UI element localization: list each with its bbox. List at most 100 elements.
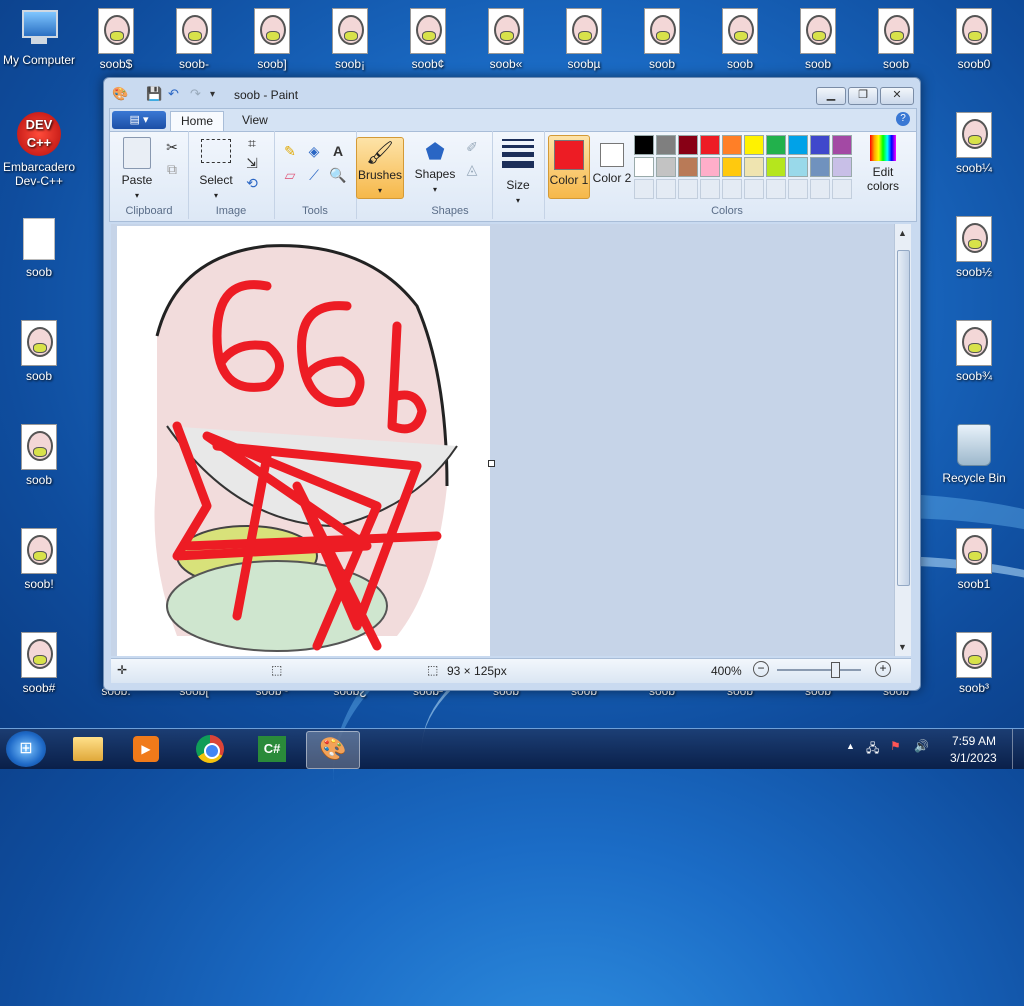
taskbar-media-player[interactable]: ▶ xyxy=(120,731,172,767)
palette-swatch[interactable] xyxy=(656,135,676,155)
desktop-icon-top[interactable]: soob] xyxy=(234,8,310,71)
custom-color-slot[interactable] xyxy=(722,179,742,199)
clock-time[interactable]: 7:59 AM xyxy=(952,734,996,748)
resize-icon[interactable]: ⇲ xyxy=(242,153,262,173)
palette-swatch[interactable] xyxy=(722,157,742,177)
magnifier-icon[interactable]: 🔍 xyxy=(328,165,348,185)
taskbar-explorer[interactable] xyxy=(62,731,114,767)
vertical-scrollbar[interactable]: ▲ ▼ xyxy=(894,224,911,656)
palette-swatch[interactable] xyxy=(788,157,808,177)
palette-swatch[interactable] xyxy=(744,157,764,177)
zoom-slider-thumb[interactable] xyxy=(831,662,840,678)
resize-handle[interactable] xyxy=(488,460,495,467)
clock-date[interactable]: 3/1/2023 xyxy=(950,751,997,765)
palette-swatch[interactable] xyxy=(678,157,698,177)
scroll-down-icon[interactable]: ▼ xyxy=(898,642,907,652)
brushes-button[interactable]: 🖌 Brushes ▾ xyxy=(356,137,404,199)
outline-icon[interactable]: ✐ xyxy=(462,137,482,157)
shapes-button[interactable]: ⬟ Shapes ▾ xyxy=(412,137,458,195)
palette-swatch[interactable] xyxy=(744,135,764,155)
palette-swatch[interactable] xyxy=(678,135,698,155)
palette-swatch[interactable] xyxy=(810,157,830,177)
tab-view[interactable]: View xyxy=(232,111,278,130)
custom-color-slot[interactable] xyxy=(766,179,786,199)
desktop-icon-soob[interactable]: soob xyxy=(1,424,77,487)
copy-icon[interactable]: ⧉ xyxy=(162,159,182,179)
fill-shape-icon[interactable]: ◬ xyxy=(462,159,482,179)
desktop-icon-top[interactable]: soob¢ xyxy=(390,8,466,71)
custom-color-slot[interactable] xyxy=(678,179,698,199)
cut-icon[interactable]: ✂ xyxy=(162,137,182,157)
palette-swatch[interactable] xyxy=(722,135,742,155)
customize-qat-icon[interactable]: ▾ xyxy=(210,89,215,100)
desktop-icon-devcpp[interactable]: DEV C++ Embarcadero Dev-C++ xyxy=(1,112,77,188)
rotate-icon[interactable]: ⟲ xyxy=(242,173,262,193)
network-icon[interactable]: 🖧 xyxy=(866,739,879,760)
start-button[interactable]: ⊞ xyxy=(6,731,46,767)
custom-color-slot[interactable] xyxy=(656,179,676,199)
text-icon[interactable]: A xyxy=(328,141,348,161)
volume-icon[interactable]: 🔊 xyxy=(914,739,929,753)
size-button[interactable]: Size ▾ xyxy=(496,139,540,206)
palette-swatch[interactable] xyxy=(700,157,720,177)
undo-icon[interactable]: ↶ xyxy=(168,86,179,102)
tab-home[interactable]: Home xyxy=(170,111,225,131)
crop-icon[interactable]: ⌗ xyxy=(242,133,262,153)
taskbar-paint[interactable]: 🎨 xyxy=(306,731,360,769)
custom-color-slot[interactable] xyxy=(810,179,830,199)
desktop-icon-top[interactable]: soob« xyxy=(468,8,544,71)
desktop-icon-top[interactable]: soobµ xyxy=(546,8,622,71)
desktop-icon-top[interactable]: soob¡ xyxy=(312,8,388,71)
scroll-up-icon[interactable]: ▲ xyxy=(898,228,907,238)
scroll-thumb[interactable] xyxy=(897,250,910,586)
desktop-icon-top[interactable]: soob xyxy=(858,8,934,71)
maximize-button[interactable]: ❐ xyxy=(848,87,878,105)
close-button[interactable]: ✕ xyxy=(880,87,914,105)
desktop-icon-right[interactable]: soob³ xyxy=(936,632,1012,695)
desktop-icon-soob-bang[interactable]: soob! xyxy=(1,528,77,591)
zoom-out-icon[interactable]: − xyxy=(753,661,769,677)
custom-color-slot[interactable] xyxy=(832,179,852,199)
palette-swatch[interactable] xyxy=(766,157,786,177)
desktop-icon-right[interactable]: soob¾ xyxy=(936,320,1012,383)
desktop-icon-right[interactable]: soob¼ xyxy=(936,112,1012,175)
desktop-icon-top[interactable]: soob- xyxy=(156,8,232,71)
desktop-icon-top[interactable]: soob xyxy=(624,8,700,71)
desktop-icon-soob-hash[interactable]: soob# xyxy=(1,632,77,695)
taskbar-csharp[interactable]: C# xyxy=(246,731,298,767)
zoom-slider[interactable] xyxy=(777,669,861,671)
desktop-icon-right[interactable]: soob½ xyxy=(936,216,1012,279)
desktop-icon-soob-file[interactable]: soob xyxy=(1,218,77,279)
drawing-canvas[interactable] xyxy=(117,226,490,656)
pencil-icon[interactable]: ✎ xyxy=(280,141,300,161)
taskbar-chrome[interactable] xyxy=(184,731,236,767)
show-hidden-icons[interactable]: ▲ xyxy=(846,741,855,751)
palette-swatch[interactable] xyxy=(788,135,808,155)
desktop-icon-recycle-bin[interactable]: Recycle Bin xyxy=(936,424,1012,485)
edit-colors-button[interactable]: Edit colors xyxy=(860,135,906,193)
palette-swatch[interactable] xyxy=(634,157,654,177)
custom-color-slot[interactable] xyxy=(744,179,764,199)
custom-color-slot[interactable] xyxy=(788,179,808,199)
palette-swatch[interactable] xyxy=(700,135,720,155)
palette-swatch[interactable] xyxy=(832,135,852,155)
palette-swatch[interactable] xyxy=(634,135,654,155)
palette-swatch[interactable] xyxy=(656,157,676,177)
desktop-icon-top[interactable]: soob$ xyxy=(78,8,154,71)
desktop-icon-top[interactable]: soob0 xyxy=(936,8,1012,71)
desktop-icon-soob[interactable]: soob xyxy=(1,320,77,383)
color-picker-icon[interactable]: ⟋ xyxy=(304,165,324,185)
desktop-icon-top[interactable]: soob xyxy=(780,8,856,71)
paint-menu-button[interactable]: ▤ ▾ xyxy=(112,111,166,129)
select-button[interactable]: Select ▾ xyxy=(194,137,238,201)
save-icon[interactable]: 💾 xyxy=(146,86,162,102)
paste-button[interactable]: Paste ▾ xyxy=(116,137,158,201)
color2-button[interactable]: Color 2 xyxy=(592,135,632,185)
custom-color-slot[interactable] xyxy=(700,179,720,199)
desktop-icon-right[interactable]: soob1 xyxy=(936,528,1012,591)
desktop-icon-my-computer[interactable]: My Computer xyxy=(1,8,77,67)
fill-icon[interactable]: ◈ xyxy=(304,141,324,161)
minimize-button[interactable]: ▁ xyxy=(816,87,846,105)
palette-swatch[interactable] xyxy=(810,135,830,155)
palette-swatch[interactable] xyxy=(832,157,852,177)
